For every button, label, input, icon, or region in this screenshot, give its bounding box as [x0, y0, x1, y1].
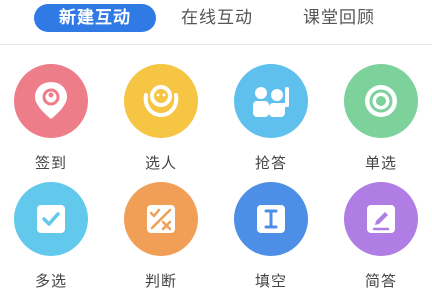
tool-label: 多选: [34, 272, 67, 290]
short-answer-circle: [344, 182, 418, 256]
fill-blank-circle: [234, 182, 308, 256]
group-raise-hand-icon: [253, 87, 289, 117]
tool-sign-in-button[interactable]: 签到: [14, 64, 88, 182]
tool-label: 选人: [144, 154, 177, 172]
tab-new-interaction[interactable]: 新建互动: [34, 4, 156, 32]
true-false-circle: [124, 182, 198, 256]
location-pin-icon: [35, 82, 67, 119]
checkbox-icon: [37, 205, 65, 233]
tool-label: 简答: [364, 272, 397, 290]
person-select-icon: [143, 85, 179, 118]
tool-true-false-button[interactable]: 判断: [124, 182, 198, 293]
tool-label: 单选: [364, 154, 397, 172]
divider: [0, 44, 432, 45]
true-false-icon: [147, 205, 175, 233]
tool-label: 填空: [254, 272, 287, 290]
tab-class-review[interactable]: 课堂回顾: [290, 4, 388, 32]
radio-single-icon: [365, 85, 397, 117]
tab-online-interaction[interactable]: 在线互动: [168, 4, 266, 32]
tool-quick-answer-button[interactable]: 抢答: [234, 64, 308, 182]
tool-short-answer-button[interactable]: 简答: [344, 182, 418, 293]
tool-single-choice-button[interactable]: 单选: [344, 64, 418, 182]
tool-multiple-choice-button[interactable]: 多选: [14, 182, 88, 293]
single-choice-circle: [344, 64, 418, 138]
tool-label: 抢答: [254, 154, 287, 172]
sign-in-circle: [14, 64, 88, 138]
tool-label: 判断: [144, 272, 177, 290]
tool-label: 签到: [34, 154, 67, 172]
text-cursor-icon: [257, 205, 285, 233]
quick-answer-circle: [234, 64, 308, 138]
tool-pick-person-button[interactable]: 选人: [124, 64, 198, 182]
tool-fill-blank-button[interactable]: 填空: [234, 182, 308, 293]
multiple-choice-circle: [14, 182, 88, 256]
tab-bar: 新建互动 在线互动 课堂回顾: [0, 0, 432, 38]
pick-person-circle: [124, 64, 198, 138]
edit-pencil-icon: [367, 205, 395, 233]
